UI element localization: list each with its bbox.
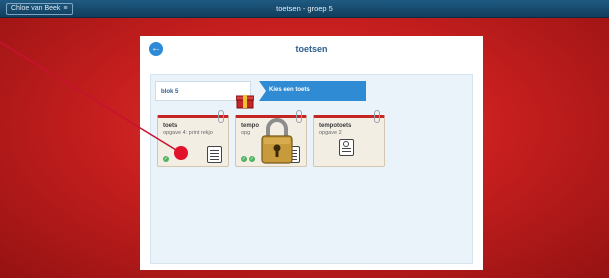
page-title: toetsen (295, 44, 328, 54)
test-card-tempotoets[interactable]: tempotoets opgave 2 (313, 110, 385, 167)
click-indicator-dot (174, 146, 188, 160)
test-card-toets[interactable]: toets opgave 4: print rekjo ✓ (157, 110, 229, 167)
check-icon: ✓ (241, 156, 247, 162)
paperclip-icon (218, 110, 224, 123)
box-icon (236, 95, 254, 109)
window-title: toetsen - groep 5 (276, 4, 333, 13)
card-title: toets (163, 123, 178, 129)
window-titlebar: Chloe van Beek ≡ toetsen - groep 5 (0, 0, 609, 18)
content-area: blok 5 Kies een toets toets opgave 4: pr… (150, 74, 473, 264)
card-subtitle: opgave 2 (319, 130, 342, 136)
breadcrumb-current: Kies een toets (259, 81, 366, 101)
lock-icon (261, 118, 293, 164)
timed-worksheet-icon (339, 139, 354, 156)
check-icon: ✓ (249, 156, 255, 162)
card-title: tempo (241, 123, 259, 129)
card-subtitle: opg (241, 130, 251, 136)
worksheet-icon (207, 146, 222, 163)
paperclip-icon (374, 110, 380, 123)
check-icon: ✓ (163, 156, 169, 162)
card-title: tempotoets (319, 123, 352, 129)
card-subtitle: opgave 4: print rekjo (163, 130, 213, 136)
paperclip-icon (296, 110, 302, 123)
main-panel: ← toetsen blok 5 Kies een toets toets op… (140, 36, 483, 270)
